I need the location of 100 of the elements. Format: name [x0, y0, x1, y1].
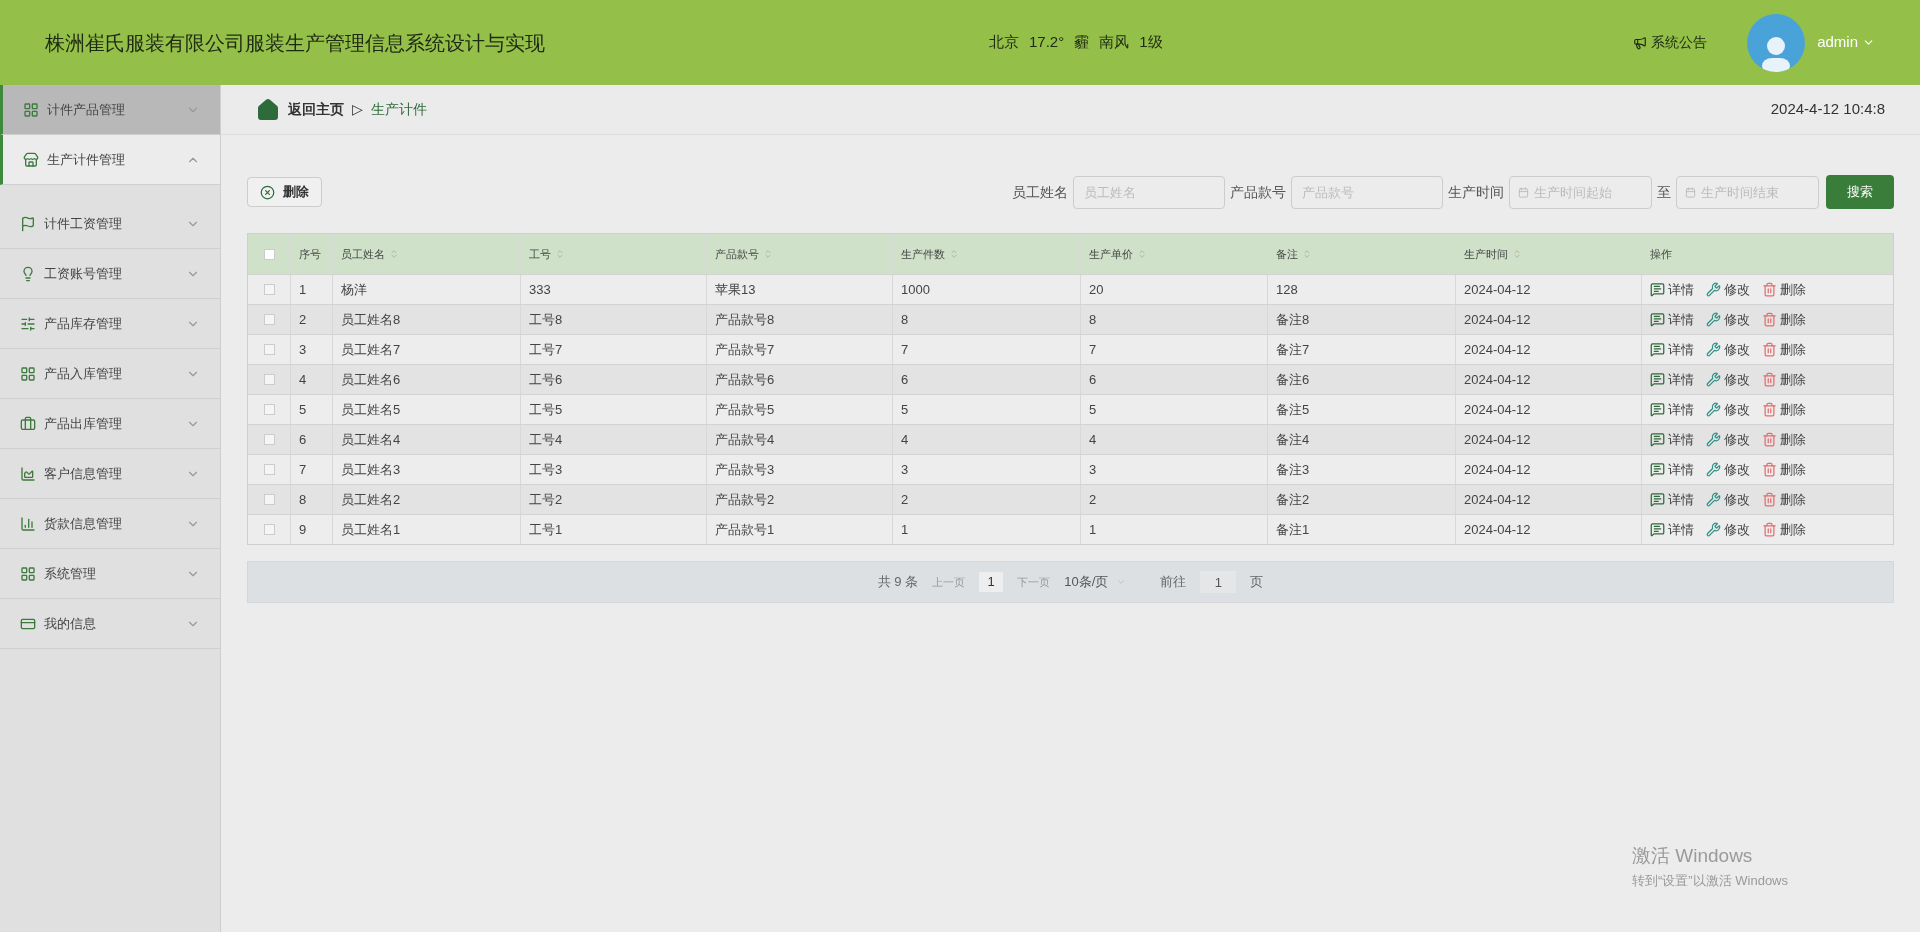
table-cell: 工号1	[521, 515, 707, 544]
edit-icon	[1706, 282, 1721, 297]
home-link[interactable]: 返回主页	[288, 99, 344, 120]
sidebar-item[interactable]: 计件工资管理	[0, 199, 220, 249]
sidebar-item[interactable]: 产品入库管理	[0, 349, 220, 399]
goto-label: 前往	[1160, 573, 1187, 592]
detail-link[interactable]: 详情	[1650, 519, 1694, 540]
search-button[interactable]: 搜索	[1826, 175, 1894, 209]
sidebar-item[interactable]: 生产计件管理	[0, 135, 220, 185]
goto-input[interactable]: 1	[1200, 571, 1237, 593]
edit-link[interactable]: 修改	[1706, 519, 1750, 540]
chart-icon	[20, 465, 36, 482]
breadcrumb-separator: ▷	[352, 100, 363, 119]
delete-link[interactable]: 删除	[1762, 399, 1806, 420]
edit-link[interactable]: 修改	[1706, 399, 1750, 420]
edit-icon	[1706, 462, 1721, 477]
detail-icon	[1650, 312, 1665, 327]
filter-label: 员工姓名	[1012, 182, 1068, 202]
detail-link[interactable]: 详情	[1650, 489, 1694, 510]
edit-link[interactable]: 修改	[1706, 369, 1750, 390]
sort-icon	[949, 249, 959, 259]
delete-link[interactable]: 删除	[1762, 459, 1806, 480]
delete-link[interactable]: 删除	[1762, 309, 1806, 330]
delete-link[interactable]: 删除	[1762, 429, 1806, 450]
close-icon	[260, 184, 275, 200]
sidebar-item[interactable]: 系统管理	[0, 549, 220, 599]
delete-link[interactable]: 删除	[1762, 339, 1806, 360]
row-checkbox[interactable]	[263, 314, 275, 325]
trash-icon	[1762, 312, 1777, 327]
row-checkbox[interactable]	[263, 284, 275, 295]
detail-link[interactable]: 详情	[1650, 369, 1694, 390]
detail-icon	[1650, 342, 1665, 357]
bar-chart-icon	[20, 515, 36, 532]
row-checkbox[interactable]	[263, 374, 275, 385]
sidebar-item[interactable]: 产品出库管理	[0, 399, 220, 449]
edit-link[interactable]: 修改	[1706, 429, 1750, 450]
activation-text: 转到“设置”以激活 Windows	[1632, 871, 1788, 890]
row-checkbox[interactable]	[263, 404, 275, 415]
grid-icon	[20, 565, 36, 582]
weather-text: 17.2°	[1029, 32, 1065, 53]
table-cell: 2024-04-12	[1456, 515, 1642, 544]
trash-icon	[1762, 432, 1777, 447]
edit-link[interactable]: 修改	[1706, 309, 1750, 330]
row-checkbox[interactable]	[263, 464, 275, 475]
weather-text: 1级	[1139, 32, 1163, 53]
sidebar-item[interactable]: 货款信息管理	[0, 499, 220, 549]
edit-link[interactable]: 修改	[1706, 279, 1750, 300]
header-checkbox[interactable]	[263, 248, 275, 260]
app-title: 株洲崔氏服装有限公司服装生产管理信息系统设计与实现	[45, 30, 545, 56]
delete-link[interactable]: 删除	[1762, 369, 1806, 390]
table-cell: 产品款号1	[707, 515, 893, 544]
delete-button[interactable]: 删除	[247, 177, 322, 207]
filter-label: 生产时间	[1448, 182, 1504, 202]
detail-icon	[1650, 492, 1665, 507]
detail-link[interactable]: 详情	[1650, 339, 1694, 360]
row-checkbox[interactable]	[263, 524, 275, 535]
briefcase-icon	[20, 415, 36, 432]
edit-link[interactable]: 修改	[1706, 459, 1750, 480]
grid-icon	[20, 365, 36, 382]
sidebar-item[interactable]: 我的信息	[0, 599, 220, 649]
delete-link[interactable]: 删除	[1762, 519, 1806, 540]
trash-icon	[1762, 492, 1777, 507]
trash-icon	[1762, 402, 1777, 417]
delete-link[interactable]: 删除	[1762, 489, 1806, 510]
table-cell: 1	[893, 515, 1081, 544]
store-icon	[23, 151, 39, 168]
page-number[interactable]: 1	[979, 572, 1004, 592]
detail-icon	[1650, 372, 1665, 387]
edit-link[interactable]: 修改	[1706, 489, 1750, 510]
trash-icon	[1762, 372, 1777, 387]
page-size-select[interactable]: 10条/页	[1064, 572, 1127, 592]
edit-icon	[1706, 432, 1721, 447]
sort-icon	[763, 249, 773, 259]
sidebar-item[interactable]: 计件产品管理	[0, 85, 220, 135]
table-cell: 1	[1081, 515, 1268, 544]
sort-icon	[1512, 249, 1522, 259]
detail-icon	[1650, 282, 1665, 297]
edit-icon	[1706, 522, 1721, 537]
notice-link[interactable]: 系统公告	[1633, 32, 1708, 53]
total-count: 共 9 条	[877, 573, 919, 592]
sidebar-item[interactable]: 产品库存管理	[0, 299, 220, 349]
row-checkbox[interactable]	[263, 494, 275, 505]
detail-link[interactable]: 详情	[1650, 429, 1694, 450]
calendar-icon	[1685, 186, 1696, 198]
detail-icon	[1650, 432, 1665, 447]
trash-icon	[1762, 282, 1777, 297]
edit-icon	[1706, 492, 1721, 507]
delete-link[interactable]: 删除	[1762, 279, 1806, 300]
sidebar-item[interactable]: 工资账号管理	[0, 249, 220, 299]
edit-icon	[1706, 342, 1721, 357]
detail-link[interactable]: 详情	[1650, 309, 1694, 330]
detail-link[interactable]: 详情	[1650, 279, 1694, 300]
table-cell: 员工姓名1	[333, 515, 521, 544]
edit-link[interactable]: 修改	[1706, 339, 1750, 360]
table-cell: 备注1	[1268, 515, 1456, 544]
row-checkbox[interactable]	[263, 434, 275, 445]
row-checkbox[interactable]	[263, 344, 275, 355]
sidebar-item[interactable]: 客户信息管理	[0, 449, 220, 499]
detail-link[interactable]: 详情	[1650, 459, 1694, 480]
detail-link[interactable]: 详情	[1650, 399, 1694, 420]
